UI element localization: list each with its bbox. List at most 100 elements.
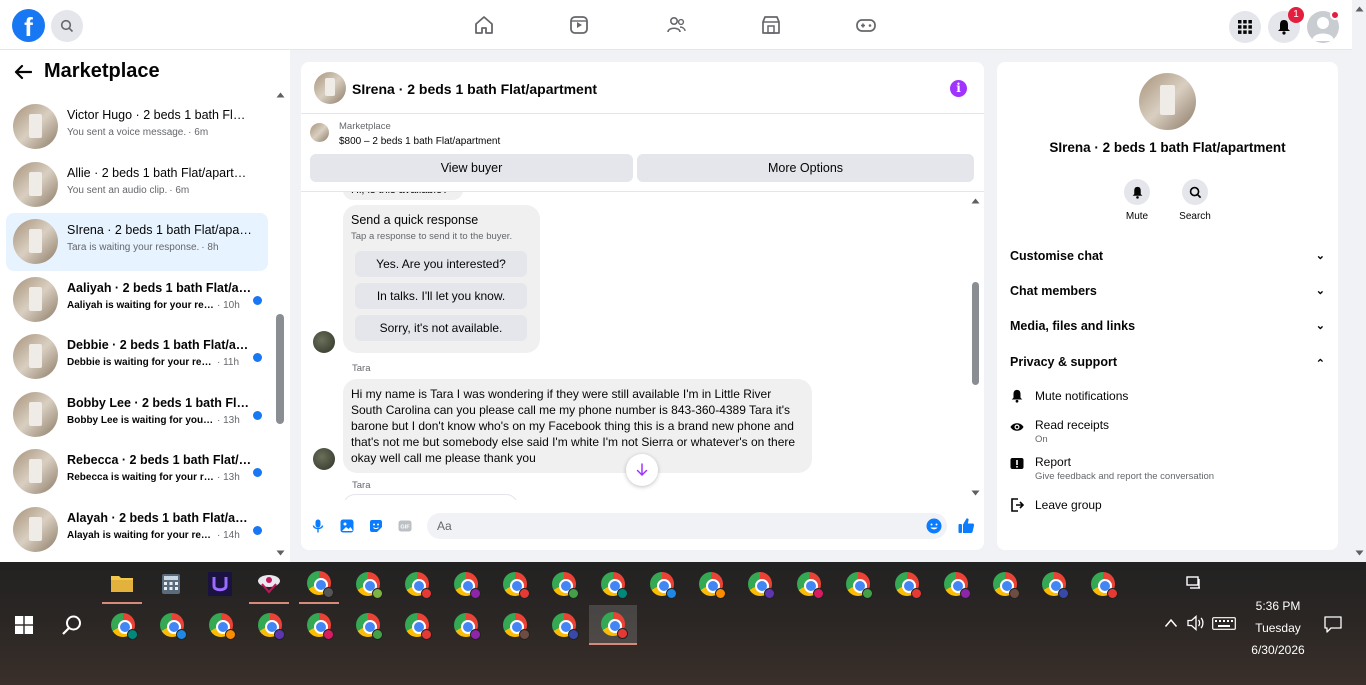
conversation-item[interactable]: Allie · 2 beds 1 bath Flat/apartment You … [6,156,268,214]
conversation-item[interactable]: Victor Hugo · 2 beds 1 bath Flat/apartme… [6,98,268,156]
conversation-time: · 14h [217,529,240,541]
chrome-profile-icon[interactable] [299,605,339,645]
chrome-profile-icon[interactable] [593,564,633,604]
media-files-links-section[interactable]: Media, files and links ⌄ [1010,319,1325,333]
purple-app-icon[interactable] [200,564,240,604]
message-bubble: Hi my name is Tara I was wondering if th… [343,379,812,473]
scroll-up-icon[interactable] [971,198,980,204]
menu-button[interactable] [1229,11,1261,43]
chrome-profile-icon[interactable] [985,564,1025,604]
info-icon[interactable]: i [950,80,967,97]
windows-start-icon[interactable] [4,605,44,645]
view-buyer-button[interactable]: View buyer [310,154,633,182]
chrome-profile-icon[interactable] [299,564,339,604]
conversation-item[interactable]: Rebecca · 2 beds 1 bath Flat/apartment Re… [6,443,268,501]
chrome-profile-icon[interactable] [446,564,486,604]
quick-response-option[interactable]: Yes. Are you interested? [355,251,527,277]
chrome-profile-icon[interactable] [544,605,584,645]
chrome-profile-icon[interactable] [589,605,637,645]
photo-icon[interactable] [340,519,354,533]
gaming-icon[interactable] [855,14,877,36]
chrome-profile-icon[interactable] [887,564,927,604]
chrome-profile-icon[interactable] [348,564,388,604]
chrome-profile-icon[interactable] [250,605,290,645]
notifications-button[interactable]: 1 [1268,7,1304,43]
chat-members-section[interactable]: Chat members ⌄ [1010,284,1325,298]
chevron-up-icon[interactable] [1164,618,1178,628]
conversation-item[interactable]: Debbie · 2 beds 1 bath Flat/apartment Deb… [6,328,268,386]
marketplace-icon[interactable] [760,14,782,36]
search-button[interactable] [51,10,83,42]
chrome-profile-icon[interactable] [1034,564,1074,604]
leave-group-item[interactable]: Leave group [1010,498,1325,518]
chat-title[interactable]: SIrena · 2 beds 1 bath Flat/apartment [352,81,597,97]
sender-avatar[interactable] [313,448,335,470]
customise-chat-section[interactable]: Customise chat ⌄ [1010,249,1325,263]
message-input[interactable]: Aa [427,513,947,539]
calculator-icon[interactable] [151,564,191,604]
chrome-profile-icon[interactable] [152,605,192,645]
conversation-item[interactable]: SIrena · 2 beds 1 bath Flat/apartment Tar… [6,213,268,271]
chrome-profile-icon[interactable] [1083,564,1123,604]
chrome-profile-icon[interactable] [103,605,143,645]
quick-response-option[interactable]: In talks. I'll let you know. [355,283,527,309]
keyboard-icon[interactable] [1212,617,1236,630]
report-item[interactable]: Report Give feedback and report the conv… [1010,455,1325,485]
scroll-up-icon[interactable] [276,92,285,98]
file-explorer-icon[interactable] [102,564,142,604]
quick-response-card: Send a quick response Tap a response to … [343,205,540,353]
video-icon[interactable] [568,14,590,36]
chrome-profile-icon[interactable] [789,564,829,604]
emoji-icon[interactable] [926,518,942,534]
back-arrow-icon[interactable] [14,64,32,80]
scroll-down-icon[interactable] [971,490,980,496]
scroll-down-icon[interactable] [276,550,285,556]
conversation-item[interactable]: Bobby Lee · 2 beds 1 bath Flat/apartment… [6,386,268,444]
chrome-profile-icon[interactable] [544,564,584,604]
sender-avatar[interactable] [313,331,335,353]
conversation-avatar[interactable] [1139,73,1196,130]
quick-response-option[interactable]: Sorry, it's not available. [355,315,527,341]
mute-action[interactable]: Mute [1112,179,1162,222]
chrome-profile-icon[interactable] [691,564,731,604]
volume-icon[interactable] [1187,615,1205,631]
chrome-profile-icon[interactable] [838,564,878,604]
unread-dot [253,468,262,477]
thumbs-up-icon[interactable] [958,517,975,534]
chrome-profile-icon[interactable] [936,564,976,604]
thread-scrollbar-thumb[interactable] [972,282,979,385]
more-options-button[interactable]: More Options [637,154,974,182]
scroll-up-icon[interactable] [1355,6,1364,12]
chrome-profile-icon[interactable] [348,605,388,645]
sidebar-scrollbar-thumb[interactable] [276,314,284,424]
scroll-down-icon[interactable] [1355,550,1364,556]
conversation-item[interactable]: Aaliyah · 2 beds 1 bath Flat/apartment Aa… [6,271,268,329]
chrome-profile-icon[interactable] [201,605,241,645]
chrome-profile-icon[interactable] [642,564,682,604]
conversation-item[interactable]: Alayah · 2 beds 1 bath Flat/apartment Ala… [6,501,268,559]
network-desktop-icon[interactable] [1186,576,1202,593]
chrome-profile-icon[interactable] [740,564,780,604]
system-clock[interactable]: 5:36 PM Tuesday 6/30/2026 [1240,595,1316,661]
scroll-to-bottom-button[interactable] [626,454,658,486]
chrome-profile-icon[interactable] [397,605,437,645]
microphone-icon[interactable] [311,519,325,533]
chrome-profile-icon[interactable] [495,605,535,645]
search-action[interactable]: Search [1170,179,1220,222]
chrome-profile-icon[interactable] [397,564,437,604]
action-center-icon[interactable] [1324,616,1342,633]
page-scrollbar[interactable] [1352,0,1366,562]
chrome-profile-icon[interactable] [495,564,535,604]
chrome-profile-icon[interactable] [446,605,486,645]
gif-icon[interactable]: GIF [398,519,412,533]
mute-notifications-item[interactable]: Mute notifications [1010,389,1325,409]
read-receipts-item[interactable]: Read receipts On [1010,418,1325,448]
sticker-icon[interactable] [369,519,383,533]
friends-icon[interactable] [665,14,687,36]
chat-avatar[interactable] [314,72,346,104]
home-icon[interactable] [473,14,495,36]
facebook-logo[interactable]: f [12,9,45,42]
snipping-tool-icon[interactable] [249,564,289,604]
privacy-support-section[interactable]: Privacy & support ⌃ [1010,355,1325,370]
taskbar-search-icon[interactable] [52,605,92,645]
